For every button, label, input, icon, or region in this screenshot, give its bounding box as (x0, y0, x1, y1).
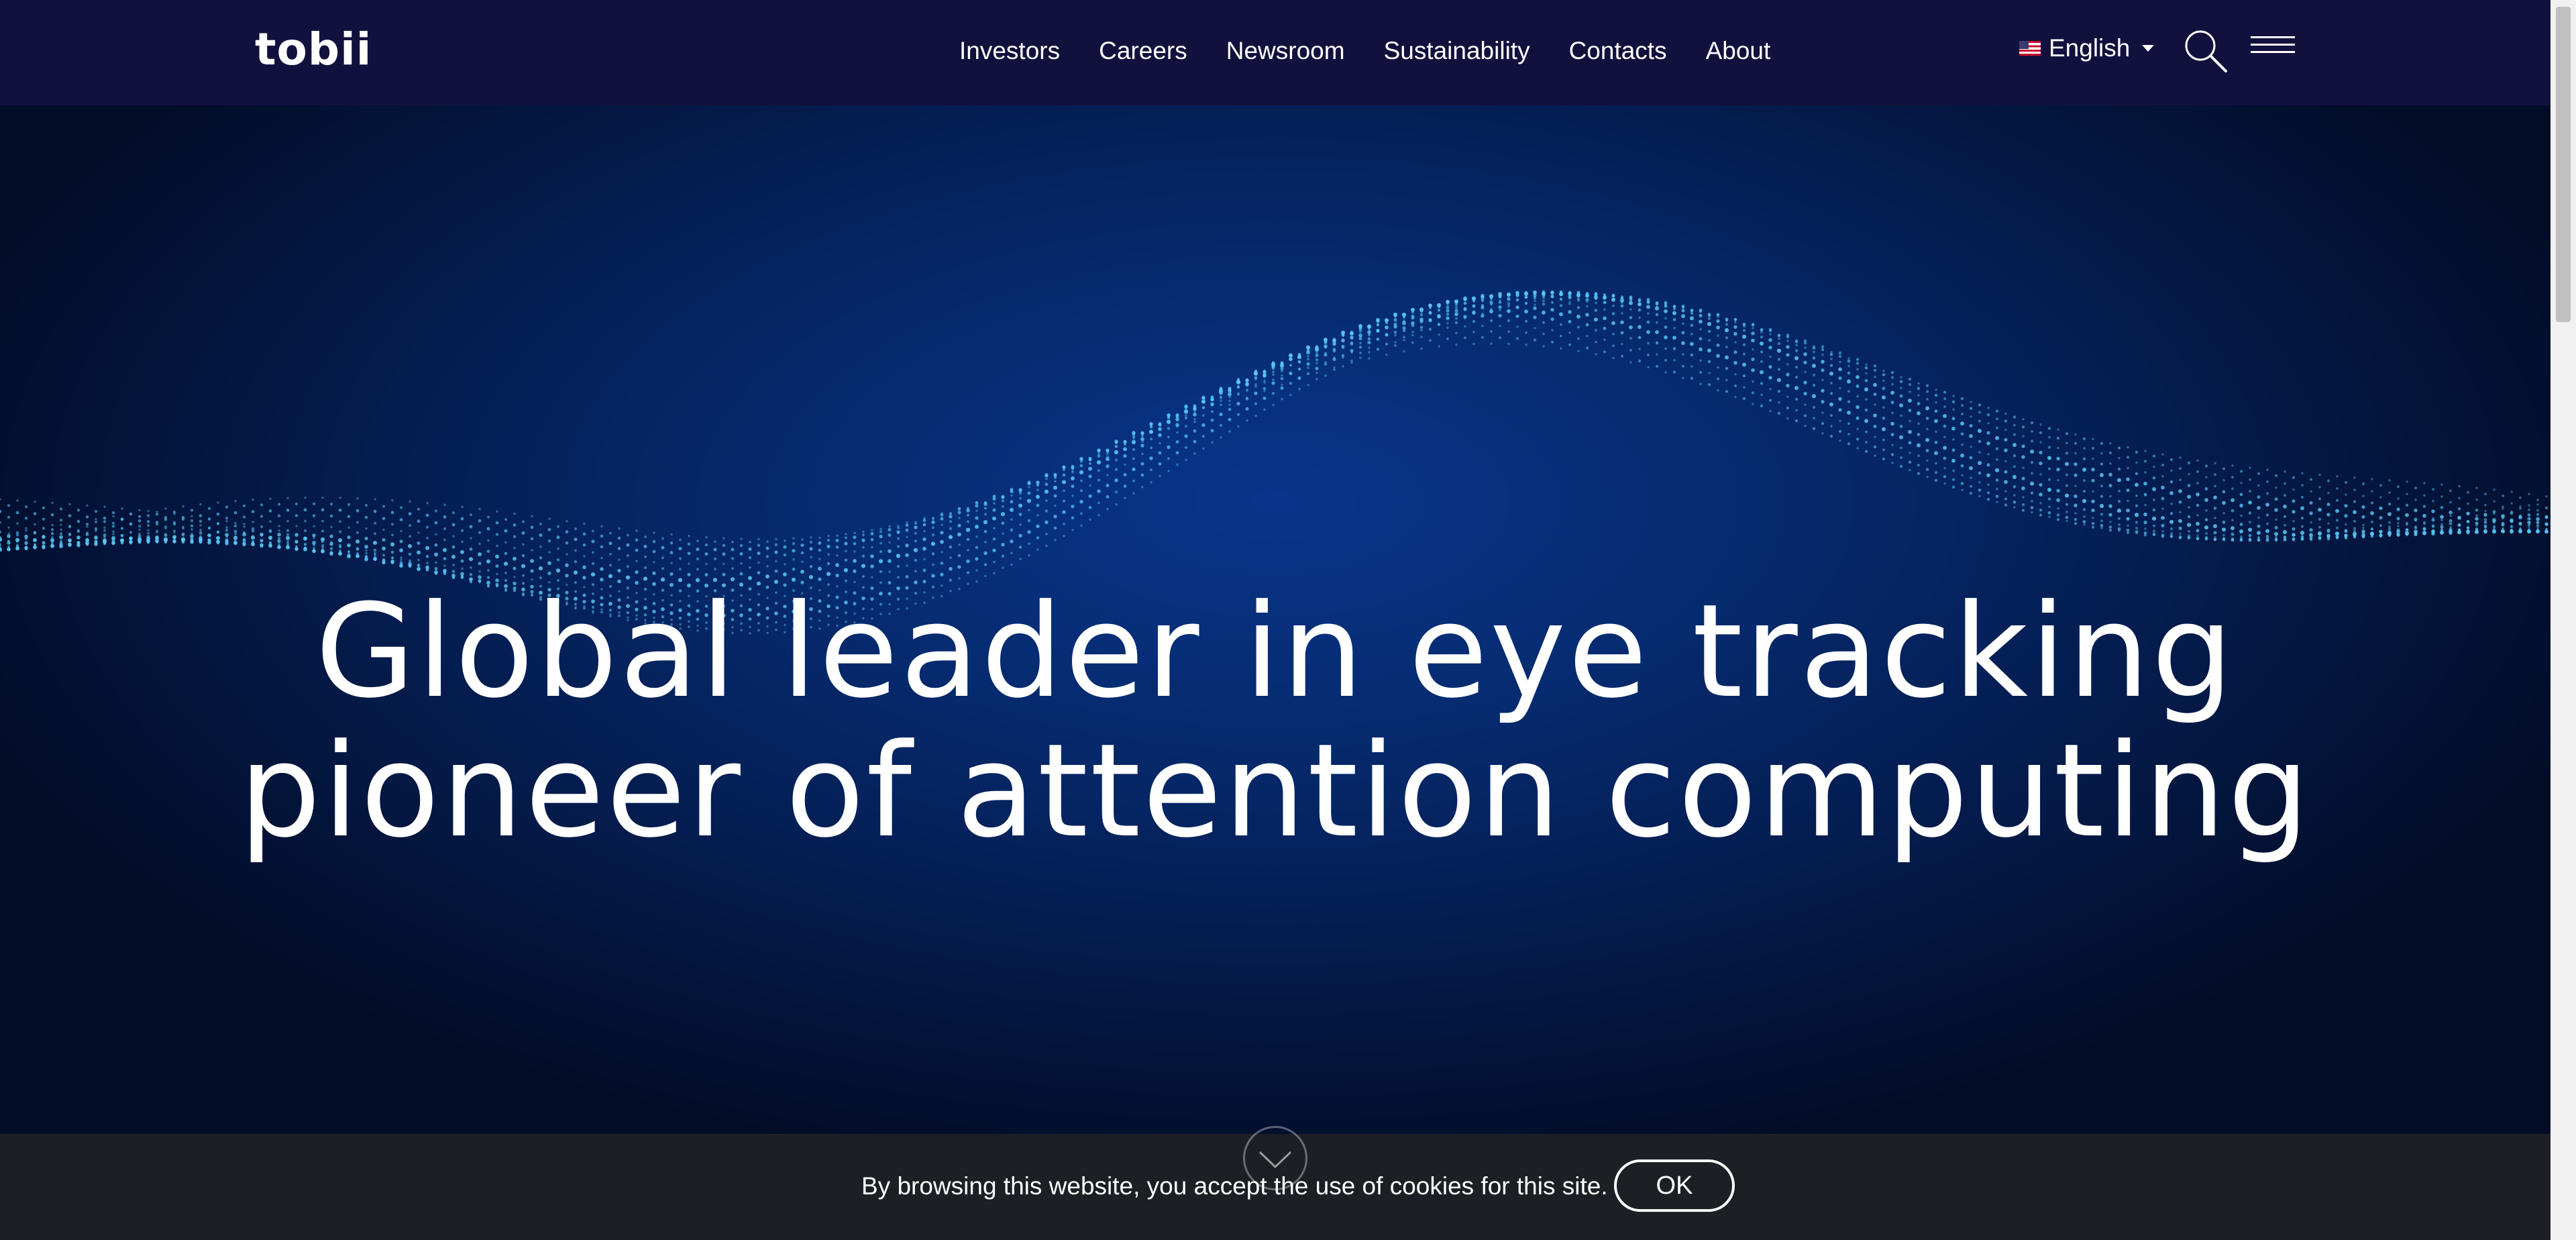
language-label: English (2049, 34, 2131, 62)
scroll-down-button[interactable] (1243, 1126, 1307, 1190)
search-button[interactable] (2182, 27, 2230, 75)
main-nav: Investors Careers Newsroom Sustainabilit… (959, 32, 1770, 70)
nav-item-careers[interactable]: Careers (1099, 32, 1187, 70)
us-flag-icon (2019, 41, 2041, 56)
site-header: tobii Investors Careers Newsroom Sustain… (0, 0, 2551, 105)
hamburger-menu-icon[interactable] (2251, 36, 2295, 66)
chevron-down-icon (1258, 1151, 1292, 1169)
nav-item-contacts[interactable]: Contacts (1569, 32, 1667, 70)
nav-item-sustainability[interactable]: Sustainability (1384, 32, 1530, 70)
scrollbar-thumb[interactable] (2556, 7, 2571, 322)
tobii-logo[interactable]: tobii (255, 25, 372, 74)
nav-item-investors[interactable]: Investors (959, 32, 1060, 70)
caret-down-icon (2142, 45, 2155, 52)
nav-item-about[interactable]: About (1706, 32, 1771, 70)
nav-item-newsroom[interactable]: Newsroom (1226, 32, 1345, 70)
cookie-ok-button[interactable]: OK (1614, 1159, 1735, 1212)
hero-headline-line2: pioneer of attention computing (239, 716, 2312, 866)
language-selector[interactable]: English (2019, 30, 2155, 67)
hero-headline-line1: Global leader in eye tracking (315, 576, 2236, 727)
search-icon (2185, 30, 2227, 72)
cookie-notice-text: By browsing this website, you accept the… (861, 1172, 1608, 1200)
page-scrollbar[interactable] (2551, 0, 2576, 1240)
hero-section: Global leader in eye tracking pioneer of… (0, 105, 2551, 1240)
